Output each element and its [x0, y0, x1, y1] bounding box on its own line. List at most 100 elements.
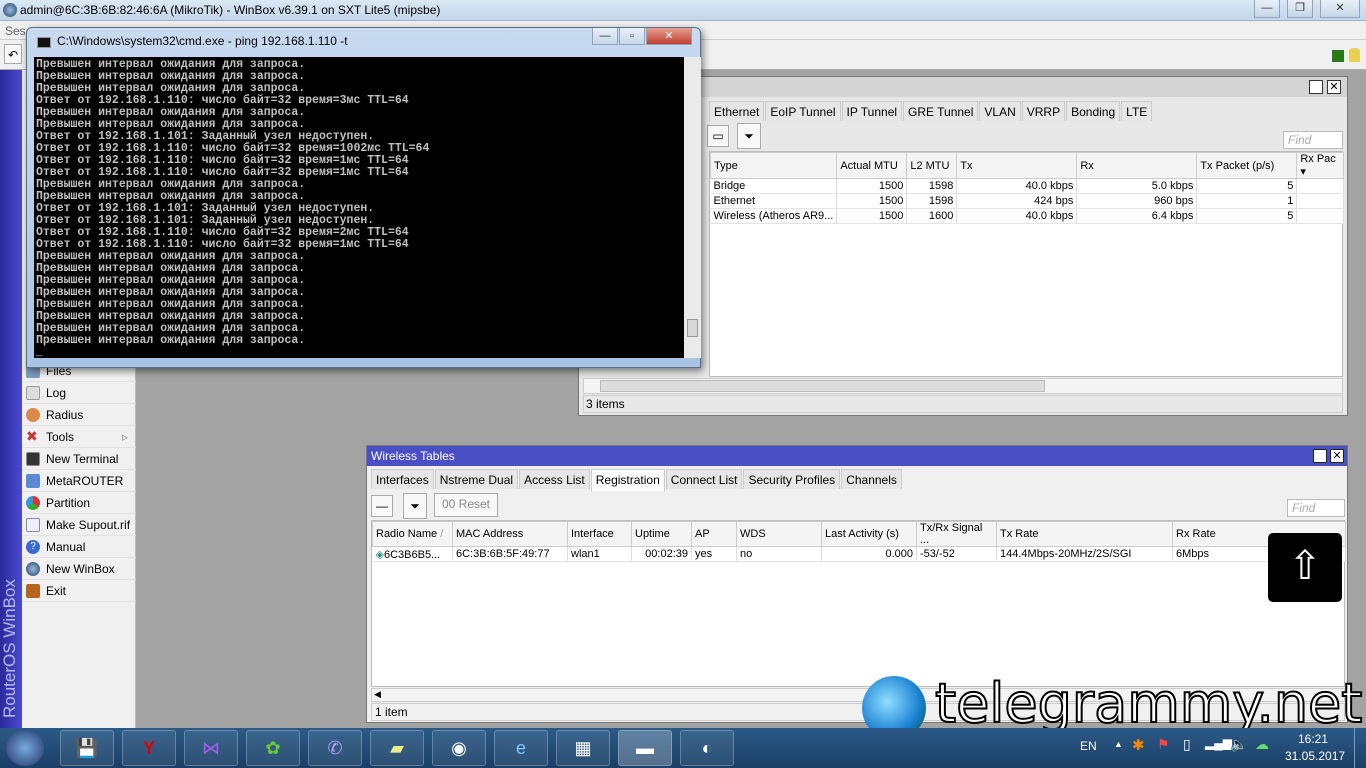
find-input[interactable]: Find [1283, 131, 1343, 149]
close-window-button[interactable]: ✕ [1327, 80, 1341, 94]
cell: 1500 [836, 178, 908, 194]
col-interface[interactable]: Interface [567, 521, 632, 547]
taskbar-network-app-icon[interactable]: ▦ [556, 730, 610, 766]
col-signal[interactable]: Tx/Rx Signal ... [916, 521, 997, 547]
tab-nstreme-dual[interactable]: Nstreme Dual [434, 469, 519, 489]
menu-session[interactable]: Ses [5, 24, 26, 38]
col-mac-address[interactable]: MAC Address [452, 521, 568, 547]
menu-radius[interactable]: Radius [22, 404, 136, 426]
scrollbar-thumb[interactable] [687, 319, 698, 337]
maximize-button[interactable] [1309, 80, 1323, 94]
tab-vlan[interactable]: VLAN [979, 101, 1021, 121]
col-wds[interactable]: WDS [736, 521, 822, 547]
tab-gre-tunnel[interactable]: GRE Tunnel [903, 101, 979, 121]
menu-manual[interactable]: ? Manual [22, 536, 136, 558]
col-l2-mtu[interactable]: L2 MTU [906, 152, 958, 179]
table-row[interactable]: Bridge 1500 1598 40.0 kbps 5.0 kbps 5 [710, 178, 1344, 194]
tab-ip-tunnel[interactable]: IP Tunnel [841, 101, 903, 121]
submenu-arrow-icon: ▹ [121, 430, 128, 444]
menu-partition[interactable]: Partition [22, 492, 136, 514]
reset-counters-button[interactable]: 00 Reset [434, 493, 498, 517]
col-ap[interactable]: AP [691, 521, 737, 547]
signal-icon[interactable]: ▂▄▆ [1205, 736, 1232, 750]
taskbar-winbox-icon[interactable]: ◐ [680, 730, 734, 766]
avast-icon[interactable]: ✱ [1132, 736, 1145, 754]
table-row[interactable]: Wireless (Atheros AR9... 1500 1600 40.0 kbp… [710, 208, 1344, 224]
taskbar-yandex-icon[interactable]: Y [122, 730, 176, 766]
tab-interfaces[interactable]: Interfaces [371, 469, 434, 489]
horizontal-scrollbar[interactable] [583, 378, 1343, 394]
tab-registration[interactable]: Registration [590, 469, 665, 491]
console-output[interactable]: Превышен интервал ожидания для запроса. П… [34, 57, 684, 358]
menu-make-supout[interactable]: Make Supout.rif [22, 514, 136, 536]
col-tx[interactable]: Tx [956, 152, 1078, 179]
volume-icon[interactable]: 🔈 [1230, 736, 1247, 753]
col-actual-mtu[interactable]: Actual MTU [836, 152, 908, 179]
console-scrollbar[interactable] [684, 57, 701, 358]
table-row[interactable]: ◈6C3B6B5... 6C:3B:6B:5F:49:77 wlan1 00:0… [372, 546, 1346, 562]
tab-vrrp[interactable]: VRRP [1021, 101, 1066, 121]
cmd-minimize-button[interactable]: — [592, 28, 618, 45]
close-button[interactable]: ✕ [1320, 0, 1360, 18]
tab-bonding[interactable]: Bonding [1066, 101, 1121, 121]
cmd-maximize-button[interactable]: ▫ [619, 28, 645, 45]
filter-button[interactable]: ⏷ [403, 493, 427, 519]
start-button[interactable] [6, 730, 44, 766]
col-rx[interactable]: Rx [1076, 152, 1198, 179]
cell: 1598 [906, 178, 958, 194]
table-row[interactable]: Ethernet 1500 1598 424 bps 960 bps 1 [710, 193, 1344, 209]
col-rx-packet[interactable]: Rx Pac ▾ [1296, 152, 1344, 179]
taskbar-notes-icon[interactable]: ▰ [370, 730, 424, 766]
menu-tools[interactable]: ✖ Tools ▹ [22, 426, 136, 448]
tab-security-profiles[interactable]: Security Profiles [743, 469, 841, 489]
filter-button[interactable]: ⏷ [737, 123, 761, 149]
action-center-icon[interactable]: ⚑ [1157, 736, 1170, 753]
taskbar-save-app-icon[interactable]: 💾 [60, 730, 114, 766]
find-input[interactable]: Find [1287, 499, 1345, 517]
taskbar-ie-icon[interactable]: e [494, 730, 548, 766]
taskbar-icq-icon[interactable]: ✿ [246, 730, 300, 766]
col-last-activity[interactable]: Last Activity (s) [821, 521, 917, 547]
col-tx-rate[interactable]: Tx Rate [996, 521, 1173, 547]
show-desktop-button[interactable] [1354, 728, 1366, 768]
tab-lte[interactable]: LTE [1121, 101, 1153, 121]
tab-access-list[interactable]: Access List [519, 469, 590, 489]
tab-eoip-tunnel[interactable]: EoIP Tunnel [765, 101, 841, 121]
taskbar-vs-icon[interactable]: ⋈ [184, 730, 238, 766]
minimize-button[interactable]: — [1254, 0, 1280, 18]
taskbar-security-icon[interactable]: ◉ [432, 730, 486, 766]
col-uptime[interactable]: Uptime [631, 521, 692, 547]
menu-log[interactable]: Log [22, 382, 136, 404]
battery-icon[interactable]: ▯ [1183, 736, 1191, 753]
close-window-button[interactable]: ✕ [1330, 449, 1344, 463]
language-indicator[interactable]: EN [1080, 739, 1097, 753]
col-label: Rx Pac [1300, 153, 1336, 165]
remove-button[interactable]: — [371, 495, 393, 517]
comment-button[interactable]: ▭ [707, 125, 729, 147]
network-icon[interactable]: ☁ [1255, 736, 1269, 753]
clock-date[interactable]: 31.05.2017 [1285, 749, 1345, 763]
taskbar-cmd-icon[interactable]: ▬ [618, 730, 672, 766]
clock-time[interactable]: 16:21 [1298, 732, 1328, 746]
show-hidden-icons-icon[interactable]: ▲ [1114, 739, 1123, 749]
cell: 6.4 kbps [1076, 208, 1198, 224]
restore-button[interactable]: ❐ [1287, 0, 1313, 18]
scrollbar-thumb[interactable] [600, 380, 1045, 392]
col-type[interactable]: Type [709, 152, 838, 179]
maximize-button[interactable] [1313, 449, 1327, 463]
undo-button[interactable]: ↶ [4, 44, 22, 64]
taskbar-viber-icon[interactable]: ✆ [308, 730, 362, 766]
menu-metarouter[interactable]: MetaROUTER [22, 470, 136, 492]
cmd-close-button[interactable]: ✕ [646, 28, 692, 45]
scroll-to-top-icon[interactable]: ⇧ [1268, 533, 1342, 602]
tab-connect-list[interactable]: Connect List [665, 469, 743, 489]
cell: Ethernet [710, 193, 838, 209]
col-tx-packet[interactable]: Tx Packet (p/s) [1196, 152, 1298, 179]
menu-exit[interactable]: Exit [22, 580, 136, 602]
menu-new-terminal[interactable]: New Terminal [22, 448, 136, 470]
tab-ethernet[interactable]: Ethernet [709, 101, 765, 121]
tab-channels[interactable]: Channels [841, 469, 902, 489]
menu-new-winbox[interactable]: New WinBox [22, 558, 136, 580]
cell: 424 bps [956, 193, 1078, 209]
col-radio-name[interactable]: Radio Name / [372, 521, 453, 547]
